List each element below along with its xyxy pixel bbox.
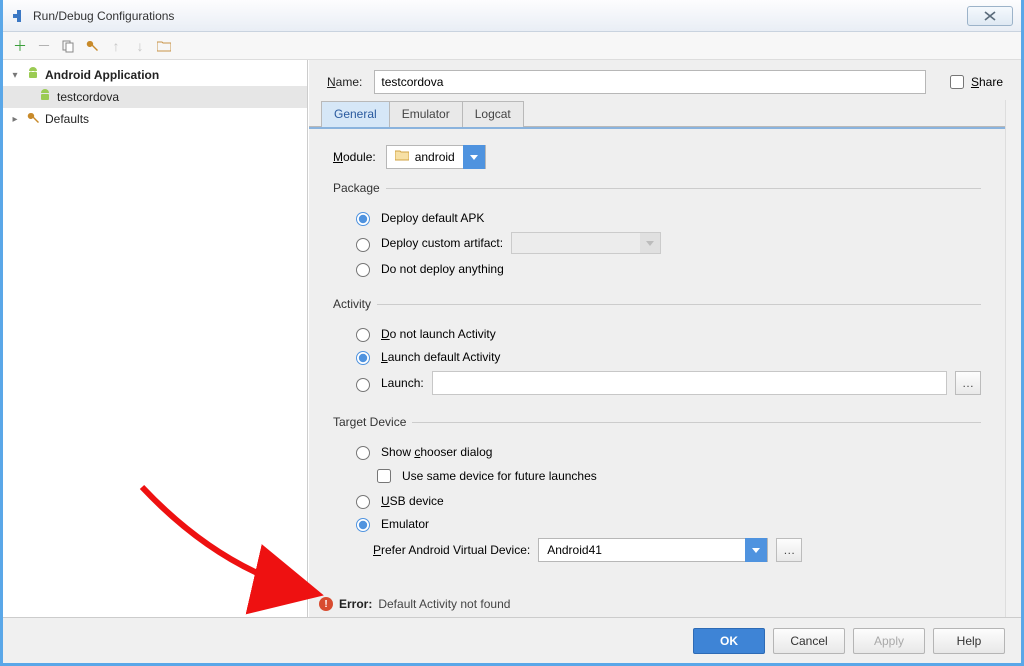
share-checkbox-input[interactable] xyxy=(950,75,964,89)
tab-bar: General Emulator Logcat xyxy=(309,100,1005,127)
help-button[interactable]: Help xyxy=(933,628,1005,654)
avd-row: Prefer Android Virtual Device: Android41… xyxy=(373,538,981,562)
wrench-icon xyxy=(25,111,41,128)
android-icon xyxy=(37,89,53,106)
folder-icon[interactable] xyxy=(155,37,173,55)
activity-legend: Activity xyxy=(333,297,377,311)
tab-general[interactable]: General xyxy=(321,101,390,127)
tree-label: Android Application xyxy=(45,68,159,82)
share-label: Share xyxy=(971,75,1003,89)
tree-node-testcordova[interactable]: testcordova xyxy=(3,86,307,108)
config-tree[interactable]: ▾ Android Application testcordova ▸ Defa… xyxy=(3,60,308,617)
checkbox-same-device[interactable]: Use same device for future launches xyxy=(373,466,981,486)
radio-show-chooser[interactable]: Show chooser dialog xyxy=(351,443,981,460)
radio-deploy-custom[interactable]: Deploy custom artifact: xyxy=(351,232,981,254)
cancel-button[interactable]: Cancel xyxy=(773,628,845,654)
radio-launch-default[interactable]: Launch default Activity xyxy=(351,348,981,365)
folder-icon xyxy=(395,150,409,164)
tab-emulator[interactable]: Emulator xyxy=(389,101,463,127)
general-panel: Module: android xyxy=(309,129,1005,593)
radio-launch-specific[interactable]: Launch: … xyxy=(351,371,981,395)
settings-icon[interactable] xyxy=(83,37,101,55)
module-select[interactable]: android xyxy=(386,145,486,169)
window-title: Run/Debug Configurations xyxy=(33,9,174,23)
remove-icon[interactable]: － xyxy=(35,37,53,55)
browse-activity-button[interactable]: … xyxy=(955,371,981,395)
radio-deploy-default[interactable]: Deploy default APK xyxy=(351,209,981,226)
module-label: Module: xyxy=(333,150,376,164)
close-button[interactable] xyxy=(967,6,1013,26)
button-bar: OK Cancel Apply Help xyxy=(3,617,1021,663)
artifact-dropdown xyxy=(511,232,661,254)
target-device-group: Target Device Show chooser dialog Use sa… xyxy=(333,415,981,570)
share-checkbox[interactable]: Share xyxy=(946,72,1003,92)
radio-no-deploy[interactable]: Do not deploy anything xyxy=(351,260,981,277)
tree-node-defaults[interactable]: ▸ Defaults xyxy=(3,108,307,130)
tree-label: Defaults xyxy=(45,112,89,126)
toolbar: ＋ － ↑ ↓ xyxy=(3,32,1021,60)
module-value: android xyxy=(415,150,455,164)
avd-select[interactable]: Android41 xyxy=(538,538,768,562)
launch-activity-input[interactable] xyxy=(432,371,947,395)
tree-label: testcordova xyxy=(57,90,119,104)
expand-icon[interactable]: ▾ xyxy=(9,70,21,81)
title-bar: Run/Debug Configurations xyxy=(3,0,1021,32)
copy-icon[interactable] xyxy=(59,37,77,55)
scrollbar[interactable] xyxy=(1005,100,1021,617)
config-panel: Name: Share General Emulator Logcat xyxy=(308,60,1021,617)
error-label: Error: xyxy=(339,597,372,611)
name-label: Name: xyxy=(327,75,362,89)
dropdown-icon[interactable] xyxy=(745,538,767,562)
apply-button[interactable]: Apply xyxy=(853,628,925,654)
tree-node-android-application[interactable]: ▾ Android Application xyxy=(3,64,307,86)
move-down-icon[interactable]: ↓ xyxy=(131,37,149,55)
package-legend: Package xyxy=(333,181,386,195)
dropdown-icon[interactable] xyxy=(463,145,485,169)
error-bar: ! Error: Default Activity not found xyxy=(309,593,1005,617)
error-message: Default Activity not found xyxy=(378,597,510,611)
activity-group: Activity Do not launch Activity Launch d… xyxy=(333,297,981,403)
error-icon: ! xyxy=(319,597,333,611)
avd-value: Android41 xyxy=(539,543,745,557)
radio-usb-device[interactable]: USB device xyxy=(351,492,981,509)
dialog-window: Run/Debug Configurations ＋ － ↑ ↓ ▾ Andro xyxy=(0,0,1024,666)
browse-avd-button[interactable]: … xyxy=(776,538,802,562)
name-input[interactable] xyxy=(374,70,926,94)
expand-icon[interactable]: ▸ xyxy=(9,114,21,125)
tab-logcat[interactable]: Logcat xyxy=(462,101,524,127)
move-up-icon[interactable]: ↑ xyxy=(107,37,125,55)
app-icon xyxy=(11,8,27,24)
radio-emulator[interactable]: Emulator xyxy=(351,515,981,532)
package-group: Package Deploy default APK Deploy custom… xyxy=(333,181,981,285)
target-legend: Target Device xyxy=(333,415,412,429)
ok-button[interactable]: OK xyxy=(693,628,765,654)
add-icon[interactable]: ＋ xyxy=(11,37,29,55)
android-icon xyxy=(25,67,41,84)
radio-no-launch[interactable]: Do not launch Activity xyxy=(351,325,981,342)
